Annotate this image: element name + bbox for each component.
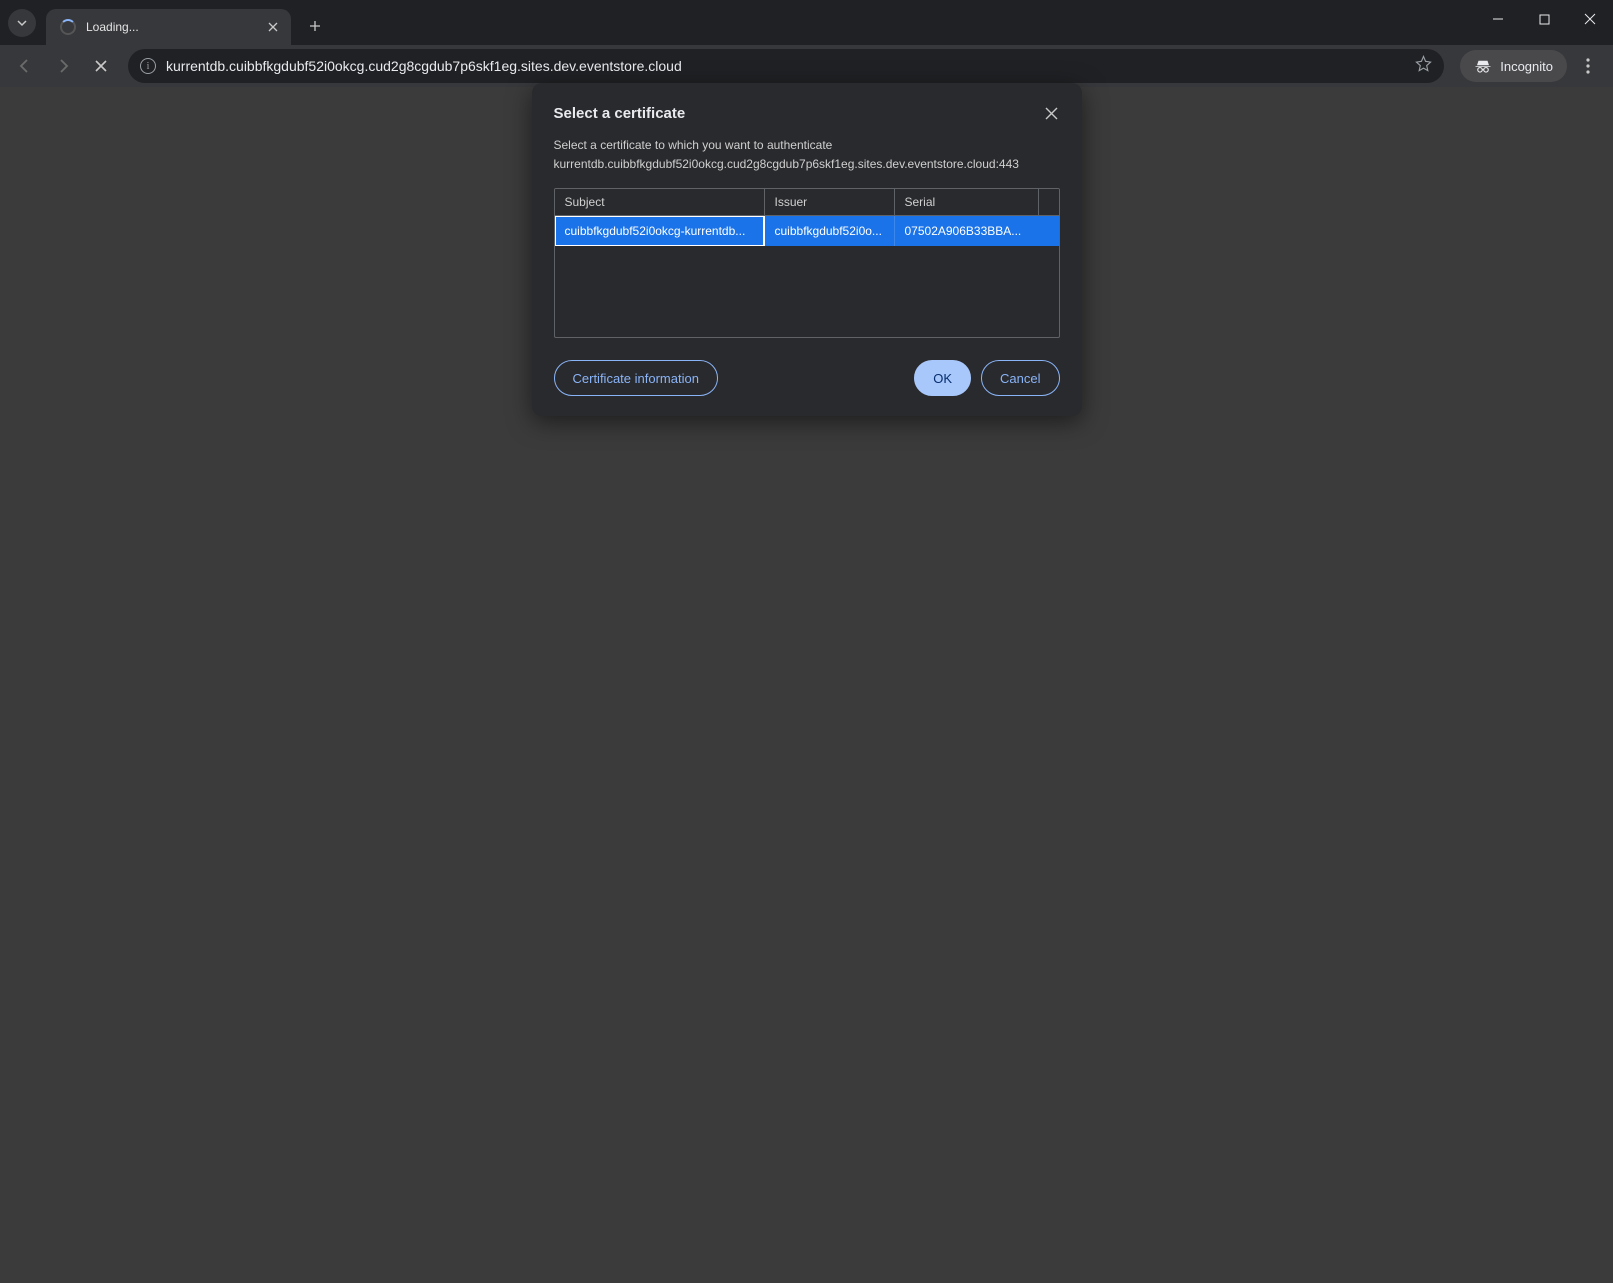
browser-tab[interactable]: Loading... [46,9,291,45]
stop-reload-button[interactable] [84,49,118,83]
window-close-button[interactable] [1567,0,1613,38]
page-content: Select a certificate Select a certificat… [0,87,1613,1283]
dialog-close-button[interactable] [1043,105,1060,127]
minimize-icon [1492,13,1504,25]
maximize-button[interactable] [1521,0,1567,38]
dialog-button-row: Certificate information OK Cancel [554,360,1060,396]
search-tabs-button[interactable] [8,9,36,37]
column-serial[interactable]: Serial [895,189,1039,215]
new-tab-button[interactable] [301,12,329,40]
site-info-icon[interactable]: i [140,58,156,74]
chevron-down-icon [16,17,28,29]
certificate-info-button[interactable]: Certificate information [554,360,718,396]
certificate-dialog: Select a certificate Select a certificat… [532,83,1082,416]
incognito-indicator[interactable]: Incognito [1460,50,1567,82]
minimize-button[interactable] [1475,0,1521,38]
tab-close-button[interactable] [265,19,281,35]
column-issuer[interactable]: Issuer [765,189,895,215]
close-icon [94,59,108,73]
back-button[interactable] [8,49,42,83]
arrow-left-icon [16,57,34,75]
window-controls [1475,0,1613,38]
browser-toolbar: i kurrentdb.cuibbfkgdubf52i0okcg.cud2g8c… [0,45,1613,87]
maximize-icon [1539,14,1550,25]
browser-menu-button[interactable] [1571,49,1605,83]
incognito-icon [1474,59,1492,73]
dialog-title: Select a certificate [554,105,686,122]
tab-title: Loading... [86,20,139,34]
loading-spinner-icon [60,19,76,35]
certificate-table: Subject Issuer Serial cuibbfkgdubf52i0ok… [554,188,1060,338]
browser-titlebar: Loading... [0,0,1613,45]
certificate-row[interactable]: cuibbfkgdubf52i0okcg-kurrentdb... cuibbf… [555,216,1059,246]
column-subject[interactable]: Subject [555,189,765,215]
ok-button[interactable]: OK [914,360,971,396]
cell-subject: cuibbfkgdubf52i0okcg-kurrentdb... [555,216,765,246]
dialog-description: Select a certificate to which you want t… [554,136,1060,174]
dialog-description-host: kurrentdb.cuibbfkgdubf52i0okcg.cud2g8cgd… [554,155,1060,174]
plus-icon [309,20,321,32]
close-icon [1045,107,1058,120]
url-text: kurrentdb.cuibbfkgdubf52i0okcg.cud2g8cgd… [166,58,1405,74]
address-bar[interactable]: i kurrentdb.cuibbfkgdubf52i0okcg.cud2g8c… [128,49,1444,83]
close-icon [268,22,278,32]
dialog-description-line: Select a certificate to which you want t… [554,136,1060,155]
arrow-right-icon [54,57,72,75]
forward-button[interactable] [46,49,80,83]
incognito-label: Incognito [1500,59,1553,74]
close-icon [1584,13,1596,25]
bookmark-button[interactable] [1415,55,1432,77]
cancel-button[interactable]: Cancel [981,360,1059,396]
cell-serial: 07502A906B33BBA... [895,216,1059,246]
column-spacer [1039,189,1059,215]
star-icon [1415,55,1432,72]
table-header: Subject Issuer Serial [555,189,1059,216]
kebab-icon [1586,58,1590,74]
cell-issuer: cuibbfkgdubf52i0o... [765,216,895,246]
